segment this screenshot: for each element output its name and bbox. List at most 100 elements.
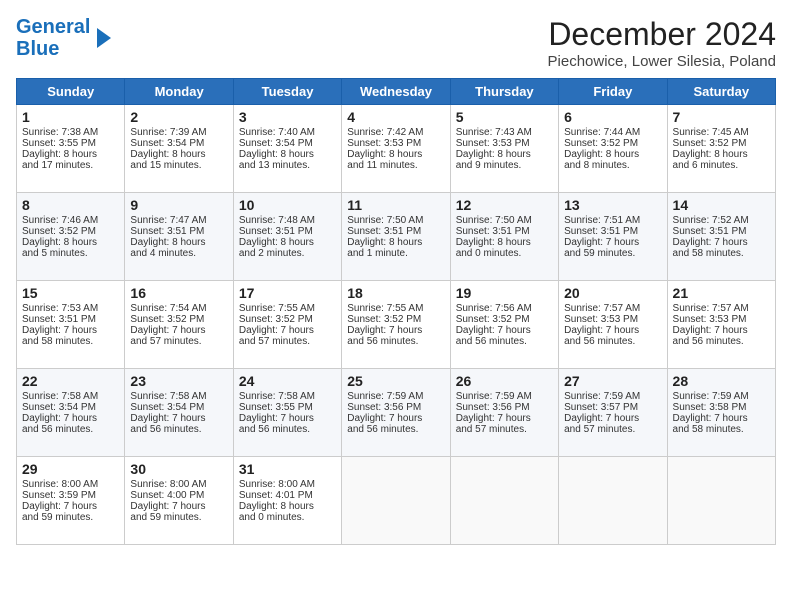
day-number: 12: [456, 197, 553, 213]
calendar-day-cell: 9Sunrise: 7:47 AMSunset: 3:51 PMDaylight…: [125, 193, 233, 281]
day-number: 14: [673, 197, 770, 213]
day-detail-line: and 56 minutes.: [347, 336, 444, 347]
calendar-day-cell: [342, 457, 450, 545]
day-detail-line: and 6 minutes.: [673, 160, 770, 171]
day-detail-line: Sunset: 3:51 PM: [130, 226, 227, 237]
location: Piechowice, Lower Silesia, Poland: [548, 53, 776, 70]
day-detail-line: Sunrise: 7:55 AM: [239, 303, 336, 314]
calendar-day-cell: 14Sunrise: 7:52 AMSunset: 3:51 PMDayligh…: [667, 193, 775, 281]
day-detail-line: Daylight: 7 hours: [22, 501, 119, 512]
day-detail-line: Sunset: 3:52 PM: [456, 314, 553, 325]
calendar-day-cell: 23Sunrise: 7:58 AMSunset: 3:54 PMDayligh…: [125, 369, 233, 457]
day-detail-line: Sunset: 3:53 PM: [347, 138, 444, 149]
calendar-day-cell: 7 Sunrise: 7:45 AMSunset: 3:52 PMDaylight…: [667, 105, 775, 193]
calendar-day-cell: 25Sunrise: 7:59 AMSunset: 3:56 PMDayligh…: [342, 369, 450, 457]
calendar-week-row: 15Sunrise: 7:53 AMSunset: 3:51 PMDayligh…: [17, 281, 776, 369]
day-detail-line: and 59 minutes.: [130, 512, 227, 523]
day-number: 7: [673, 109, 770, 125]
day-detail-line: Daylight: 7 hours: [22, 413, 119, 424]
day-detail-line: Sunrise: 7:59 AM: [347, 391, 444, 402]
day-detail-line: Daylight: 7 hours: [673, 413, 770, 424]
calendar-day-cell: 31Sunrise: 8:00 AMSunset: 4:01 PMDayligh…: [233, 457, 341, 545]
calendar-day-cell: 17Sunrise: 7:55 AMSunset: 3:52 PMDayligh…: [233, 281, 341, 369]
day-detail-line: and 57 minutes.: [130, 336, 227, 347]
day-detail-line: and 57 minutes.: [456, 424, 553, 435]
day-number: 28: [673, 373, 770, 389]
day-number: 1: [22, 109, 119, 125]
calendar-day-cell: 26Sunrise: 7:59 AMSunset: 3:56 PMDayligh…: [450, 369, 558, 457]
day-number: 5: [456, 109, 553, 125]
day-detail-line: Sunrise: 7:40 AM: [239, 127, 336, 138]
day-detail-line: and 58 minutes.: [673, 424, 770, 435]
day-number: 4: [347, 109, 444, 125]
day-number: 9: [130, 197, 227, 213]
day-detail-line: Daylight: 7 hours: [22, 325, 119, 336]
day-detail-line: and 9 minutes.: [456, 160, 553, 171]
day-detail-line: Sunset: 3:56 PM: [456, 402, 553, 413]
calendar-week-row: 8Sunrise: 7:46 AMSunset: 3:52 PMDaylight…: [17, 193, 776, 281]
page-header: General Blue December 2024 Piechowice, L…: [16, 16, 776, 70]
calendar-day-cell: 4Sunrise: 7:42 AMSunset: 3:53 PMDaylight…: [342, 105, 450, 193]
day-detail-line: Daylight: 8 hours: [130, 149, 227, 160]
day-detail-line: Daylight: 7 hours: [673, 325, 770, 336]
day-detail-line: and 59 minutes.: [22, 512, 119, 523]
day-detail-line: Sunset: 3:51 PM: [22, 314, 119, 325]
day-detail-line: Sunrise: 7:58 AM: [22, 391, 119, 402]
calendar-day-cell: 5Sunrise: 7:43 AMSunset: 3:53 PMDaylight…: [450, 105, 558, 193]
day-detail-line: Sunset: 3:51 PM: [456, 226, 553, 237]
day-detail-line: and 13 minutes.: [239, 160, 336, 171]
day-detail-line: Sunrise: 7:45 AM: [673, 127, 770, 138]
day-number: 10: [239, 197, 336, 213]
day-detail-line: Sunrise: 7:57 AM: [564, 303, 661, 314]
day-detail-line: Daylight: 7 hours: [239, 325, 336, 336]
calendar-day-header: Wednesday: [342, 79, 450, 105]
day-detail-line: Sunrise: 7:59 AM: [564, 391, 661, 402]
day-detail-line: Sunset: 3:52 PM: [564, 138, 661, 149]
day-detail-line: Sunrise: 7:52 AM: [673, 215, 770, 226]
day-detail-line: Daylight: 7 hours: [347, 325, 444, 336]
calendar-day-cell: [559, 457, 667, 545]
logo-general: General: [16, 16, 90, 38]
calendar-day-cell: 2Sunrise: 7:39 AMSunset: 3:54 PMDaylight…: [125, 105, 233, 193]
day-number: 24: [239, 373, 336, 389]
calendar-day-header: Saturday: [667, 79, 775, 105]
day-detail-line: Sunrise: 7:54 AM: [130, 303, 227, 314]
calendar-day-cell: 28Sunrise: 7:59 AMSunset: 3:58 PMDayligh…: [667, 369, 775, 457]
day-detail-line: Sunrise: 8:00 AM: [239, 479, 336, 490]
day-detail-line: Daylight: 8 hours: [673, 149, 770, 160]
day-detail-line: and 2 minutes.: [239, 248, 336, 259]
day-number: 22: [22, 373, 119, 389]
day-detail-line: Daylight: 8 hours: [239, 149, 336, 160]
day-detail-line: Sunset: 3:52 PM: [673, 138, 770, 149]
day-detail-line: Daylight: 7 hours: [130, 325, 227, 336]
calendar-day-header: Thursday: [450, 79, 558, 105]
day-detail-line: Sunrise: 7:56 AM: [456, 303, 553, 314]
day-detail-line: Sunrise: 7:58 AM: [239, 391, 336, 402]
day-detail-line: Sunset: 3:53 PM: [673, 314, 770, 325]
day-detail-line: Sunrise: 7:43 AM: [456, 127, 553, 138]
day-detail-line: and 56 minutes.: [22, 424, 119, 435]
day-detail-line: Sunset: 3:57 PM: [564, 402, 661, 413]
calendar-day-cell: 16Sunrise: 7:54 AMSunset: 3:52 PMDayligh…: [125, 281, 233, 369]
day-detail-line: Sunset: 4:00 PM: [130, 490, 227, 501]
day-detail-line: Sunrise: 7:44 AM: [564, 127, 661, 138]
calendar-week-row: 1Sunrise: 7:38 AMSunset: 3:55 PMDaylight…: [17, 105, 776, 193]
day-detail-line: Sunrise: 7:59 AM: [456, 391, 553, 402]
day-number: 20: [564, 285, 661, 301]
day-detail-line: Sunset: 3:51 PM: [673, 226, 770, 237]
day-detail-line: Sunset: 3:54 PM: [130, 138, 227, 149]
day-detail-line: and 56 minutes.: [673, 336, 770, 347]
day-number: 19: [456, 285, 553, 301]
day-number: 30: [130, 461, 227, 477]
day-detail-line: Sunset: 3:56 PM: [347, 402, 444, 413]
day-detail-line: Daylight: 8 hours: [456, 237, 553, 248]
calendar-body: 1Sunrise: 7:38 AMSunset: 3:55 PMDaylight…: [17, 105, 776, 545]
day-number: 13: [564, 197, 661, 213]
day-detail-line: and 57 minutes.: [239, 336, 336, 347]
day-detail-line: and 11 minutes.: [347, 160, 444, 171]
day-detail-line: and 58 minutes.: [22, 336, 119, 347]
day-detail-line: and 58 minutes.: [673, 248, 770, 259]
calendar-day-cell: 3Sunrise: 7:40 AMSunset: 3:54 PMDaylight…: [233, 105, 341, 193]
day-detail-line: Sunset: 3:59 PM: [22, 490, 119, 501]
month-title: December 2024: [548, 16, 776, 53]
